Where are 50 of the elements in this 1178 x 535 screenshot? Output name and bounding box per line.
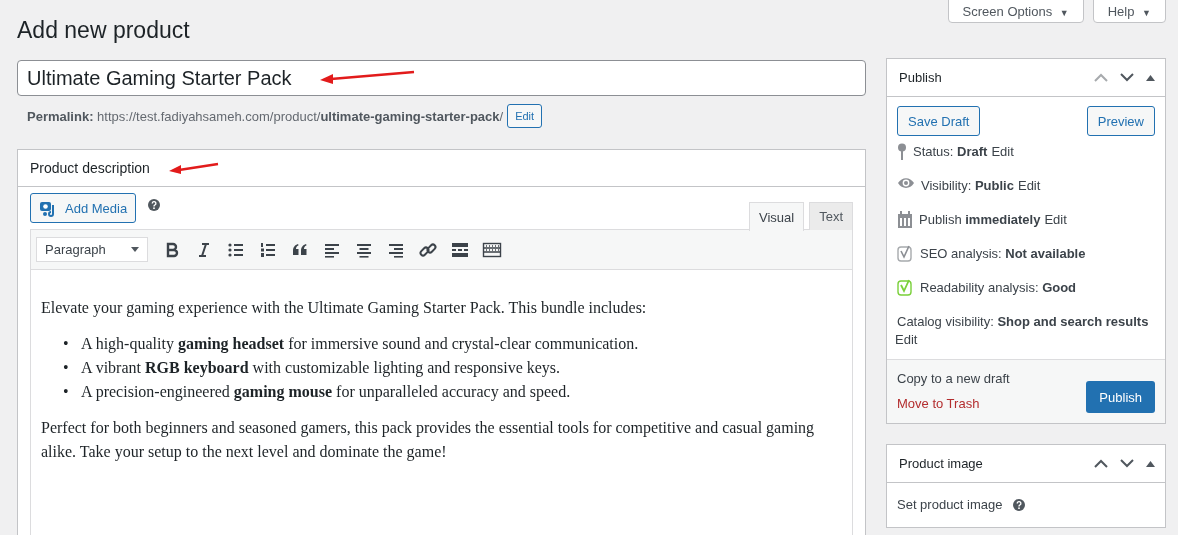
save-draft-button[interactable]: Save Draft: [897, 106, 981, 136]
seo-score-icon: [897, 245, 914, 262]
title-field[interactable]: Ultimate Gaming Starter Pack: [17, 60, 866, 96]
calendar-icon: [897, 211, 913, 228]
trash-link[interactable]: Move to Trash: [897, 395, 980, 413]
help-icon[interactable]: [1012, 499, 1025, 511]
editor-tab[interactable]: Text: [809, 202, 853, 230]
list-item: A precision-engineered gaming mouse for unparalleled accuracy and speed.: [81, 383, 571, 400]
editor-tab[interactable]: Visual: [748, 202, 805, 231]
panel-heading: Product image: [899, 456, 983, 471]
chevron-down-icon[interactable]: [1120, 459, 1134, 468]
collapse-icon[interactable]: [1146, 74, 1155, 81]
help-icon[interactable]: [148, 199, 161, 211]
bullet: •: [63, 334, 70, 354]
chevron-up-icon[interactable]: [1094, 459, 1108, 468]
permalink-text: Permalink: https://test.fadiyahsameh.com/product/ultimate-gaming-starter-pack/: [27, 108, 504, 124]
publish-info: Readability analysis: Good: [920, 279, 1077, 297]
edit-link[interactable]: Edit: [895, 331, 918, 349]
publish-button[interactable]: Publish: [1086, 381, 1155, 413]
list-item: A high-quality gaming headset for immersive sound and crystal-clear communication.: [81, 335, 639, 352]
collapse-icon[interactable]: [1146, 460, 1155, 467]
edit-link[interactable]: Edit: [991, 143, 1014, 161]
edit-button[interactable]: Edit: [507, 104, 543, 128]
add-media-button[interactable]: Add Media: [30, 193, 137, 223]
eye-icon: [897, 177, 915, 189]
bullet: •: [63, 382, 70, 402]
edit-link[interactable]: Edit: [1044, 211, 1067, 229]
publish-info: Publish immediately: [919, 211, 1041, 229]
panel-heading: Product description: [30, 160, 150, 176]
page-title: Add new product: [17, 17, 191, 44]
format-dropdown[interactable]: Paragraph: [36, 237, 148, 262]
copy-draft-link[interactable]: Copy to a new draft: [897, 370, 1010, 388]
publish-info: Status: Draft: [913, 143, 988, 161]
body-paragraph: Elevate your gaming experience with the Ultimate Gaming Starter Pack. This bundle includes:: [41, 298, 648, 319]
publish-info: Catalog visibility: Shop and search results: [897, 313, 1149, 331]
pin-icon: [897, 143, 907, 161]
set-image-link[interactable]: Set product image: [897, 496, 1003, 514]
body-paragraph: Perfect for both beginners and seasoned gamers, this pack provides the essential tools for competitive and casual gaming alike. Take your setup to the next level and dominate the game!: [41, 418, 816, 463]
panel-heading: Publish: [899, 70, 942, 85]
screen-tab-button[interactable]: Help ▼: [1092, 0, 1166, 23]
annotation-arrow: [169, 162, 219, 174]
screen-tab-button[interactable]: Screen Options ▼: [947, 0, 1084, 23]
chevron-down-icon[interactable]: [1120, 73, 1134, 82]
readability-score-icon: [897, 279, 914, 296]
list-item: A vibrant RGB keyboard with customizable lighting and responsive keys.: [81, 359, 561, 376]
publish-info: SEO analysis: Not available: [920, 245, 1086, 263]
edit-link[interactable]: Edit: [1017, 177, 1041, 195]
preview-button[interactable]: Preview: [1086, 106, 1155, 136]
bullet: •: [63, 358, 70, 378]
publish-info: Visibility: Public: [921, 177, 1014, 195]
